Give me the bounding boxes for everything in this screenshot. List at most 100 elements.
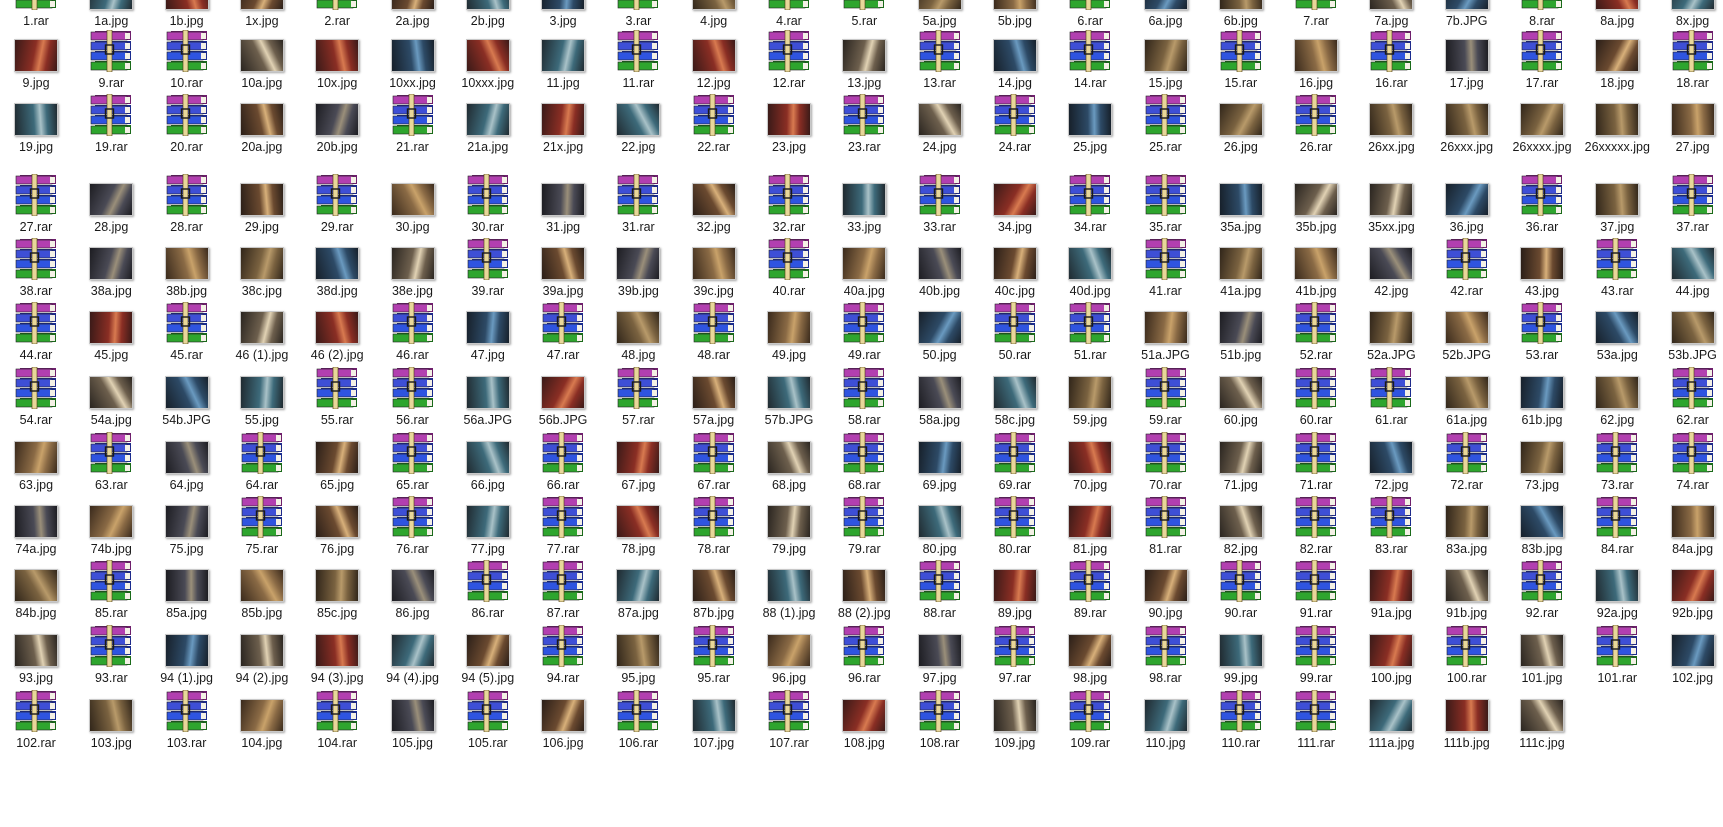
file-item[interactable]: 57b.JPG — [753, 367, 825, 439]
file-item[interactable]: 72.jpg — [1355, 432, 1427, 504]
file-item[interactable]: 26xxx.jpg — [1431, 94, 1503, 166]
file-item[interactable]: 61b.jpg — [1506, 367, 1578, 439]
file-item[interactable]: 92.rar — [1506, 560, 1578, 632]
file-item[interactable]: 87a.jpg — [602, 560, 674, 632]
file-item[interactable]: 85b.jpg — [226, 560, 298, 632]
file-item[interactable]: 74a.jpg — [0, 496, 72, 568]
file-item[interactable]: 52b.JPG — [1431, 302, 1503, 374]
file-item[interactable]: 56b.JPG — [527, 367, 599, 439]
file-item[interactable]: 16.jpg — [1280, 30, 1352, 102]
file-item[interactable]: 27.jpg — [1657, 94, 1723, 166]
file-item[interactable]: 100.rar — [1431, 625, 1503, 697]
file-item[interactable]: 38b.jpg — [151, 238, 223, 310]
file-item[interactable]: 96.jpg — [753, 625, 825, 697]
file-item[interactable]: 75.jpg — [151, 496, 223, 568]
file-item[interactable]: 35b.jpg — [1280, 174, 1352, 246]
file-item[interactable]: 97.jpg — [904, 625, 976, 697]
file-item[interactable]: 102.jpg — [1657, 625, 1723, 697]
file-item[interactable]: 34.jpg — [979, 174, 1051, 246]
file-item[interactable]: 9.rar — [75, 30, 147, 102]
file-item[interactable]: 21x.jpg — [527, 94, 599, 166]
file-item[interactable]: 81.jpg — [1054, 496, 1126, 568]
file-item[interactable]: 83a.jpg — [1431, 496, 1503, 568]
file-item[interactable]: 110.rar — [1205, 690, 1277, 762]
file-item[interactable]: 29.rar — [301, 174, 373, 246]
file-item[interactable]: 101.jpg — [1506, 625, 1578, 697]
file-item[interactable]: 78.jpg — [602, 496, 674, 568]
file-item[interactable]: 18.rar — [1657, 30, 1723, 102]
file-item[interactable]: 63.rar — [75, 432, 147, 504]
file-item[interactable]: 86.rar — [452, 560, 524, 632]
file-item[interactable]: 13.rar — [904, 30, 976, 102]
file-item[interactable]: 41a.jpg — [1205, 238, 1277, 310]
file-item[interactable]: 106.jpg — [527, 690, 599, 762]
file-item[interactable]: 84.rar — [1581, 496, 1653, 568]
file-item[interactable]: 37.jpg — [1581, 174, 1653, 246]
file-item[interactable]: 57a.jpg — [678, 367, 750, 439]
file-item[interactable]: 94 (5).jpg — [452, 625, 524, 697]
file-item[interactable]: 10.rar — [151, 30, 223, 102]
file-item[interactable]: 31.jpg — [527, 174, 599, 246]
file-item[interactable]: 87.rar — [527, 560, 599, 632]
file-item[interactable]: 81.rar — [1130, 496, 1202, 568]
file-item[interactable]: 49.jpg — [753, 302, 825, 374]
file-item[interactable]: 92b.jpg — [1657, 560, 1723, 632]
file-item[interactable]: 31.rar — [602, 174, 674, 246]
file-item[interactable]: 63.jpg — [0, 432, 72, 504]
file-item[interactable]: 67.rar — [678, 432, 750, 504]
file-item[interactable]: 73.rar — [1581, 432, 1653, 504]
file-item[interactable]: 48.rar — [678, 302, 750, 374]
file-item[interactable]: 12.rar — [753, 30, 825, 102]
file-item[interactable]: 15.rar — [1205, 30, 1277, 102]
file-item[interactable]: 42.rar — [1431, 238, 1503, 310]
file-item[interactable]: 39b.jpg — [602, 238, 674, 310]
file-item[interactable]: 78.rar — [678, 496, 750, 568]
file-item[interactable]: 20.rar — [151, 94, 223, 166]
file-item[interactable]: 44.jpg — [1657, 238, 1723, 310]
file-item[interactable]: 90.rar — [1205, 560, 1277, 632]
file-item[interactable]: 64.jpg — [151, 432, 223, 504]
file-item[interactable]: 59.rar — [1130, 367, 1202, 439]
file-item[interactable]: 13.jpg — [828, 30, 900, 102]
file-item[interactable]: 19.jpg — [0, 94, 72, 166]
file-item[interactable]: 111a.jpg — [1355, 690, 1427, 762]
file-item[interactable]: 67.jpg — [602, 432, 674, 504]
file-item[interactable]: 40c.jpg — [979, 238, 1051, 310]
file-item[interactable]: 16.rar — [1355, 30, 1427, 102]
file-item[interactable]: 37.rar — [1657, 174, 1723, 246]
file-item[interactable]: 61.rar — [1355, 367, 1427, 439]
file-item[interactable]: 11.jpg — [527, 30, 599, 102]
file-item[interactable]: 33.rar — [904, 174, 976, 246]
file-item[interactable]: 11.rar — [602, 30, 674, 102]
file-item[interactable]: 86.jpg — [377, 560, 449, 632]
file-item[interactable]: 39a.jpg — [527, 238, 599, 310]
file-item[interactable]: 85a.jpg — [151, 560, 223, 632]
file-item[interactable]: 84b.jpg — [0, 560, 72, 632]
file-item[interactable]: 40b.jpg — [904, 238, 976, 310]
file-item[interactable]: 36.rar — [1506, 174, 1578, 246]
file-item[interactable]: 26xx.jpg — [1355, 94, 1427, 166]
file-item[interactable]: 14.jpg — [979, 30, 1051, 102]
file-item[interactable]: 32.rar — [753, 174, 825, 246]
file-item[interactable]: 68.jpg — [753, 432, 825, 504]
file-item[interactable]: 75.rar — [226, 496, 298, 568]
file-item[interactable]: 94 (1).jpg — [151, 625, 223, 697]
file-item[interactable]: 109.rar — [1054, 690, 1126, 762]
file-item[interactable]: 26.jpg — [1205, 94, 1277, 166]
file-item[interactable]: 51b.jpg — [1205, 302, 1277, 374]
file-item[interactable]: 59.jpg — [1054, 367, 1126, 439]
file-item[interactable]: 38a.jpg — [75, 238, 147, 310]
file-item[interactable]: 108.rar — [904, 690, 976, 762]
file-item[interactable]: 29.jpg — [226, 174, 298, 246]
file-item[interactable]: 18.jpg — [1581, 30, 1653, 102]
file-item[interactable]: 40d.jpg — [1054, 238, 1126, 310]
file-item[interactable]: 109.jpg — [979, 690, 1051, 762]
file-item[interactable]: 17.rar — [1506, 30, 1578, 102]
file-item[interactable]: 40a.jpg — [828, 238, 900, 310]
file-item[interactable]: 111c.jpg — [1506, 690, 1578, 762]
file-item[interactable]: 71.jpg — [1205, 432, 1277, 504]
file-item[interactable]: 14.rar — [1054, 30, 1126, 102]
file-item[interactable]: 82.rar — [1280, 496, 1352, 568]
file-item[interactable]: 43.rar — [1581, 238, 1653, 310]
file-item[interactable]: 58.rar — [828, 367, 900, 439]
